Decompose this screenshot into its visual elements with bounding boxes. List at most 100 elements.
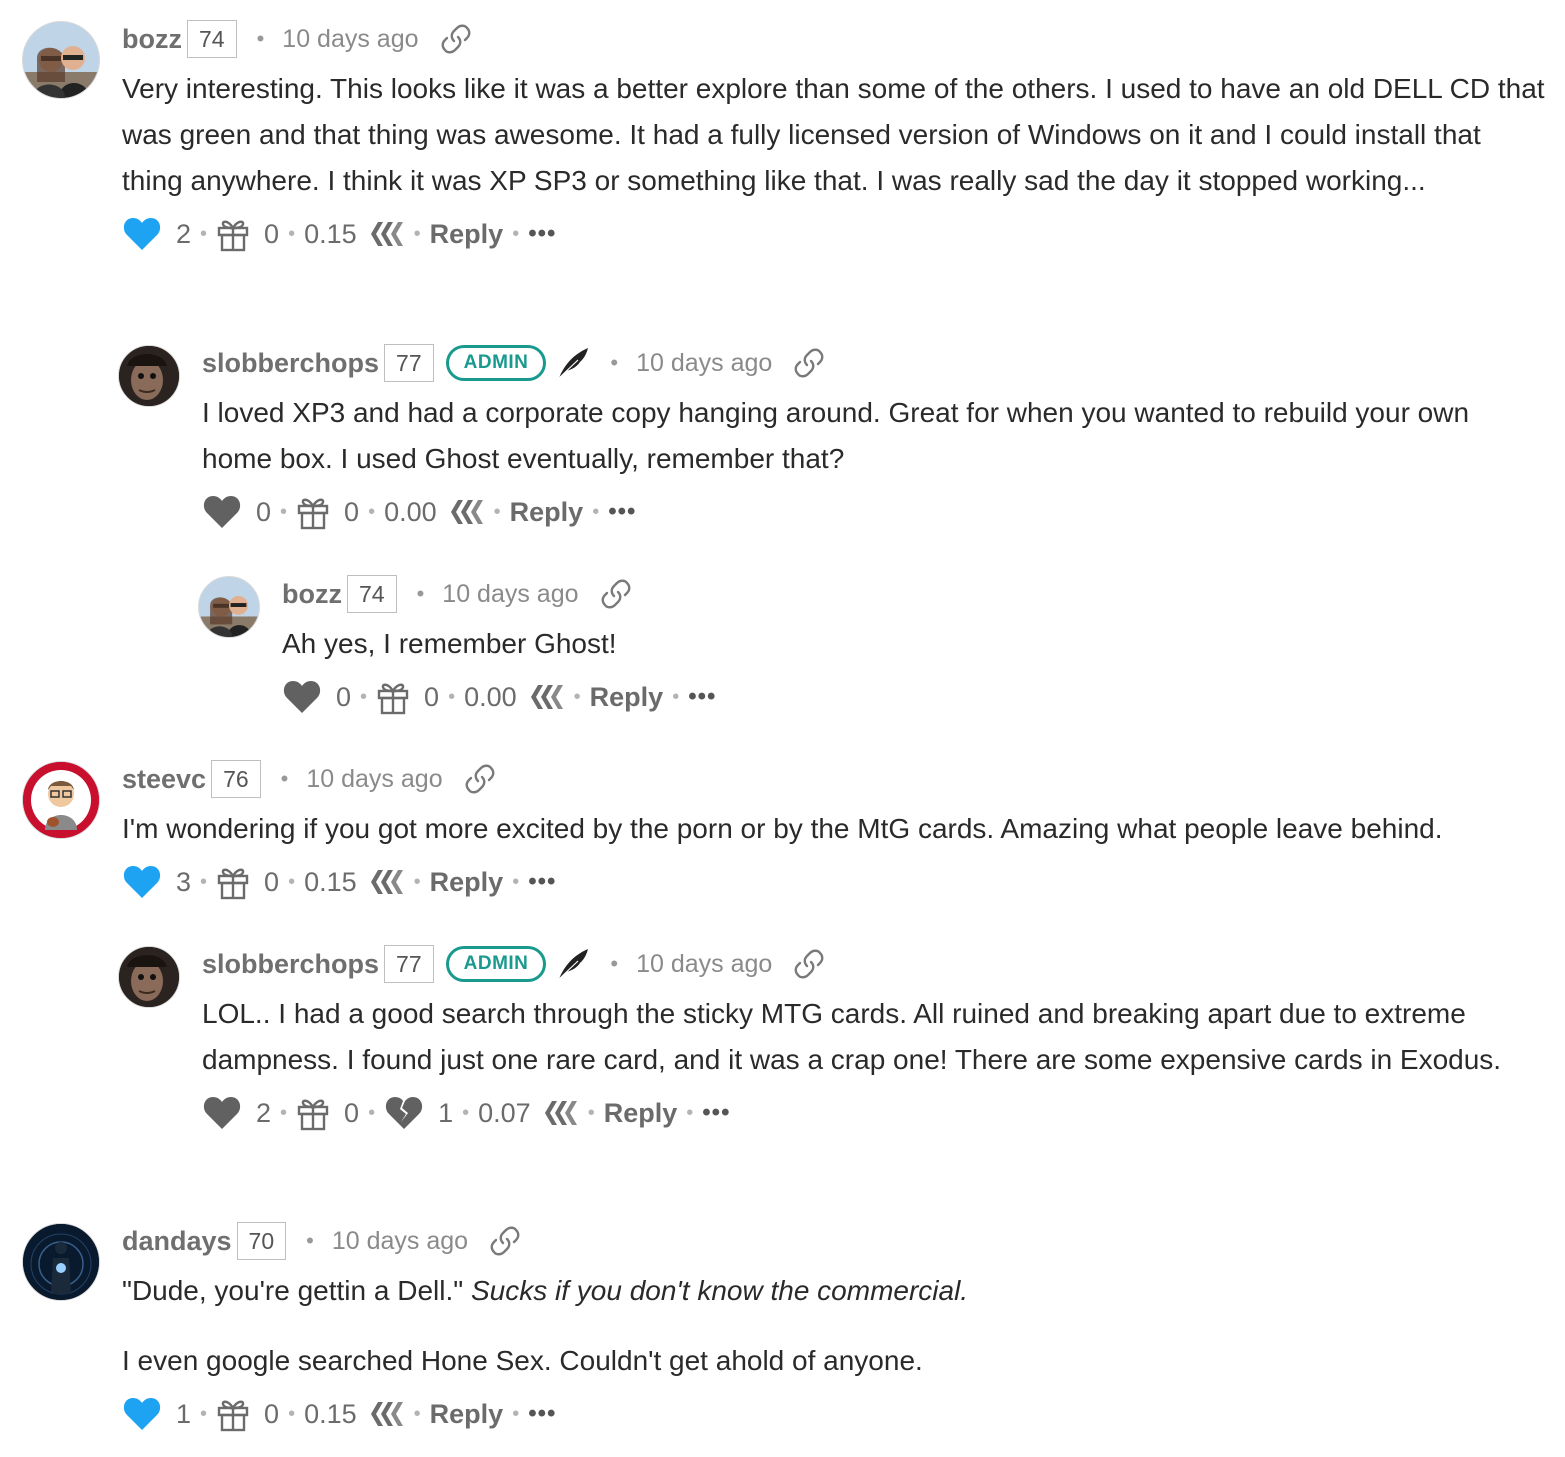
- link-icon[interactable]: [441, 24, 471, 54]
- timestamp[interactable]: 10 days ago: [306, 765, 442, 794]
- reputation-badge: 74: [347, 575, 397, 613]
- hive-icon: [543, 1098, 579, 1128]
- timestamp[interactable]: 10 days ago: [636, 950, 772, 979]
- gift-icon[interactable]: [376, 679, 410, 715]
- more-options-button[interactable]: •••: [702, 1099, 730, 1127]
- more-options-button[interactable]: •••: [608, 498, 636, 526]
- timestamp[interactable]: 10 days ago: [282, 25, 418, 54]
- gift-count: 0: [264, 1398, 280, 1429]
- author-name[interactable]: dandays: [122, 1226, 232, 1257]
- downvote-broken-heart-icon[interactable]: [384, 1095, 424, 1131]
- vote-count[interactable]: 0: [336, 682, 351, 713]
- gift-count: 0: [424, 681, 440, 712]
- author-name[interactable]: slobberchops: [202, 949, 379, 980]
- comment-paragraph: Ah yes, I remember Ghost!: [282, 628, 617, 659]
- comment-body: I'm wondering if you got more excited by…: [122, 806, 1545, 852]
- gift-icon[interactable]: [296, 1095, 330, 1131]
- upvote-heart-icon[interactable]: [122, 216, 162, 252]
- reply-button[interactable]: Reply: [590, 682, 664, 713]
- payout-value[interactable]: 0.15: [304, 867, 357, 898]
- more-options-button[interactable]: •••: [528, 220, 556, 248]
- reply-button[interactable]: Reply: [430, 867, 504, 898]
- comment-paragraph: I'm wondering if you got more excited by…: [122, 813, 1443, 844]
- italic-text: Sucks if you don't know the commercial.: [470, 1275, 969, 1306]
- avatar[interactable]: [118, 345, 180, 407]
- upvote-heart-icon[interactable]: [282, 679, 322, 715]
- payout-value[interactable]: 0.00: [464, 682, 517, 713]
- comment-header: dandays 70 • 10 days ago: [122, 1218, 1545, 1264]
- gift-count: 0: [344, 496, 360, 527]
- comment-body: "Dude, you're gettin a Dell." Sucks if y…: [122, 1268, 1545, 1384]
- comment-footer: 3 • 0 • 0.15 • Reply • •••: [122, 854, 1545, 910]
- hive-icon: [369, 867, 405, 897]
- payout-value[interactable]: 0.00: [384, 497, 437, 528]
- link-icon[interactable]: [490, 1226, 520, 1256]
- vote-count[interactable]: 2: [176, 219, 191, 250]
- reputation-badge: 74: [187, 20, 237, 58]
- avatar[interactable]: [22, 1223, 100, 1301]
- hive-icon: [369, 1399, 405, 1429]
- reputation-badge: 77: [384, 344, 434, 382]
- payout-value[interactable]: 0.15: [304, 219, 357, 250]
- link-icon[interactable]: [465, 764, 495, 794]
- author-name[interactable]: slobberchops: [202, 348, 379, 379]
- comment-footer: 0 • 0 • 0.00 • Reply • •••: [202, 484, 1545, 540]
- payout-value[interactable]: 0.15: [304, 1399, 357, 1430]
- admin-badge: ADMIN: [445, 345, 547, 381]
- comment-footer: 2 • 0 • 1 • 0.07 • Reply • •••: [202, 1085, 1545, 1141]
- gift-count: 0: [264, 218, 280, 249]
- reply-button[interactable]: Reply: [604, 1098, 678, 1129]
- avatar[interactable]: [118, 946, 180, 1008]
- author-name[interactable]: bozz: [122, 24, 182, 55]
- feather-icon: [556, 346, 590, 380]
- upvote-heart-icon[interactable]: [122, 1396, 162, 1432]
- comment-header: steevc 76 • 10 days ago: [122, 756, 1545, 802]
- comment-footer: 0 • 0 • 0.00 • Reply • •••: [282, 669, 1545, 725]
- vote-count[interactable]: 3: [176, 867, 191, 898]
- vote-count[interactable]: 0: [256, 497, 271, 528]
- timestamp[interactable]: 10 days ago: [442, 580, 578, 609]
- upvote-heart-icon[interactable]: [122, 864, 162, 900]
- payout-value[interactable]: 0.07: [478, 1098, 531, 1129]
- vote-count[interactable]: 1: [176, 1399, 191, 1430]
- comment-body: Very interesting. This looks like it was…: [122, 66, 1545, 204]
- more-options-button[interactable]: •••: [528, 1400, 556, 1428]
- comment-body: LOL.. I had a good search through the st…: [202, 991, 1545, 1083]
- upvote-heart-icon[interactable]: [202, 494, 242, 530]
- link-icon[interactable]: [601, 579, 631, 609]
- more-options-button[interactable]: •••: [688, 683, 716, 711]
- comment-header: slobberchops 77 ADMIN • 10 days ago: [202, 941, 1545, 987]
- link-icon[interactable]: [794, 949, 824, 979]
- gift-icon[interactable]: [216, 216, 250, 252]
- comment-footer: 1 • 0 • 0.15 • Reply • •••: [122, 1386, 1545, 1442]
- timestamp[interactable]: 10 days ago: [636, 349, 772, 378]
- upvote-heart-icon[interactable]: [202, 1095, 242, 1131]
- avatar[interactable]: [22, 761, 100, 839]
- comment-paragraph: Very interesting. This looks like it was…: [122, 73, 1545, 196]
- comment-body: Ah yes, I remember Ghost!: [282, 621, 1545, 667]
- author-name[interactable]: bozz: [282, 579, 342, 610]
- author-name[interactable]: steevc: [122, 764, 206, 795]
- feather-icon: [556, 947, 590, 981]
- reply-button[interactable]: Reply: [510, 497, 584, 528]
- link-icon[interactable]: [794, 348, 824, 378]
- avatar[interactable]: [22, 21, 100, 99]
- comment-header: bozz 74 • 10 days ago: [122, 16, 1545, 62]
- gift-icon[interactable]: [216, 864, 250, 900]
- comment-footer: 2 • 0 • 0.15 • Reply • •••: [122, 206, 1545, 262]
- reply-button[interactable]: Reply: [430, 1399, 504, 1430]
- more-options-button[interactable]: •••: [528, 868, 556, 896]
- reputation-badge: 77: [384, 945, 434, 983]
- avatar[interactable]: [198, 576, 260, 638]
- comment-paragraph: I even google searched Hone Sex. Couldn'…: [122, 1345, 923, 1376]
- gift-icon[interactable]: [296, 494, 330, 530]
- reply-button[interactable]: Reply: [430, 219, 504, 250]
- comment-paragraph: LOL.. I had a good search through the st…: [202, 998, 1502, 1075]
- vote-count[interactable]: 2: [256, 1098, 271, 1129]
- gift-count: 0: [344, 1097, 360, 1128]
- gift-count: 0: [264, 866, 280, 897]
- gift-icon[interactable]: [216, 1396, 250, 1432]
- comment-body: I loved XP3 and had a corporate copy han…: [202, 390, 1545, 482]
- downvote-count[interactable]: 1: [438, 1098, 453, 1129]
- timestamp[interactable]: 10 days ago: [332, 1227, 468, 1256]
